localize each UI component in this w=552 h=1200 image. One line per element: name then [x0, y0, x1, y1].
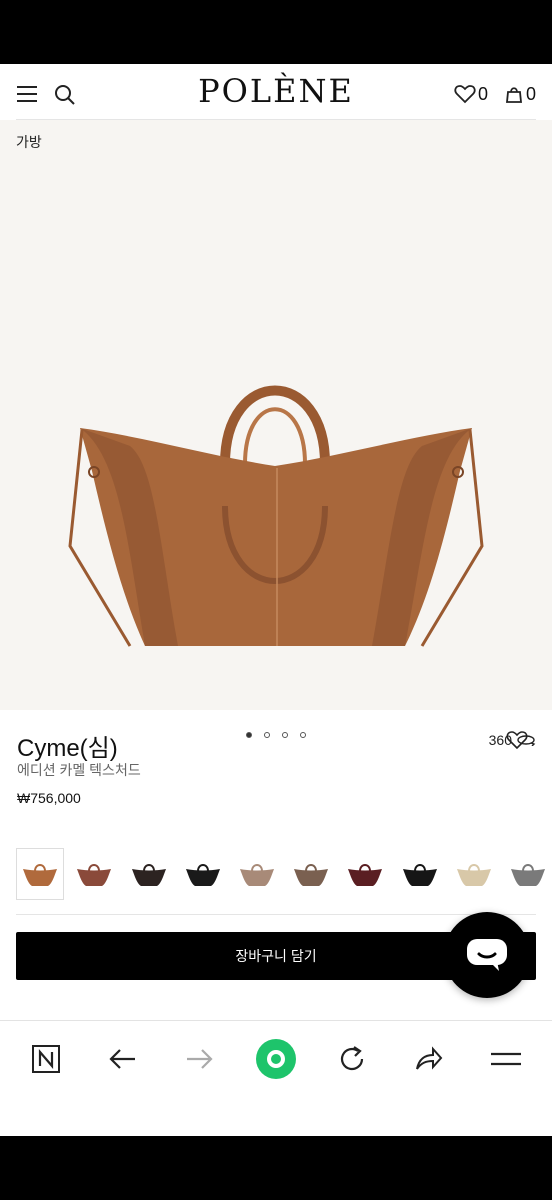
- color-swatch-7[interactable]: [341, 848, 389, 900]
- color-swatches: [16, 848, 552, 900]
- bag-icon: [505, 87, 522, 103]
- bag-thumbnail-icon: [348, 864, 383, 886]
- bag-thumbnail-icon: [185, 864, 220, 886]
- back-arrow-icon[interactable]: [104, 1041, 140, 1077]
- status-bar: [0, 0, 552, 64]
- color-swatch-4[interactable]: [179, 848, 227, 900]
- swatch-divider: [16, 914, 536, 915]
- color-swatch-10[interactable]: [504, 848, 552, 900]
- bag-thumbnail-icon: [239, 864, 274, 886]
- menu-icon[interactable]: [488, 1041, 524, 1077]
- product-page: POLÈNE 0 0 가방 360 Cyme(심) 에디션 카멜 텍스처드 ₩7…: [0, 64, 552, 1136]
- color-swatch-5[interactable]: [233, 848, 281, 900]
- refresh-icon[interactable]: [334, 1041, 370, 1077]
- product-image: [68, 385, 484, 647]
- forward-arrow-icon[interactable]: [182, 1041, 218, 1077]
- product-gallery[interactable]: 가방 360: [0, 120, 552, 748]
- bag-thumbnail-icon: [77, 864, 112, 886]
- browser-toolbar: [0, 1020, 552, 1136]
- system-nav-bar: [0, 1136, 552, 1200]
- breadcrumb[interactable]: 가방: [16, 132, 42, 152]
- cart-button[interactable]: 0: [504, 82, 536, 106]
- color-swatch-6[interactable]: [287, 848, 335, 900]
- color-swatch-3[interactable]: [124, 848, 172, 900]
- naver-n-icon[interactable]: [28, 1041, 64, 1077]
- cart-count: 0: [525, 83, 536, 104]
- chat-bubble-icon: [467, 939, 507, 971]
- color-swatch-9[interactable]: [450, 848, 498, 900]
- add-to-wishlist-heart-icon[interactable]: [506, 730, 528, 750]
- color-swatch-8[interactable]: [395, 848, 443, 900]
- slide-dot-1[interactable]: [246, 732, 252, 738]
- wishlist-count: 0: [477, 83, 488, 104]
- slide-dot-2[interactable]: [264, 732, 270, 738]
- home-green-dot-icon[interactable]: [256, 1039, 296, 1079]
- slide-dot-3[interactable]: [282, 732, 288, 738]
- wishlist-button[interactable]: 0: [454, 82, 488, 106]
- chat-button[interactable]: [444, 912, 530, 998]
- color-swatch-1[interactable]: [16, 848, 65, 900]
- product-price: ₩756,000: [17, 790, 81, 806]
- site-header: POLÈNE 0 0: [0, 64, 552, 120]
- bag-thumbnail-icon: [402, 864, 437, 886]
- product-variant: 에디션 카멜 텍스처드: [17, 762, 141, 778]
- bag-thumbnail-icon: [23, 864, 58, 886]
- share-icon[interactable]: [410, 1041, 446, 1077]
- bag-thumbnail-icon: [131, 864, 166, 886]
- heart-icon: [454, 85, 476, 104]
- product-title: Cyme(심): [17, 735, 118, 762]
- bag-thumbnail-icon: [510, 864, 545, 886]
- color-swatch-2[interactable]: [70, 848, 118, 900]
- slide-dot-4[interactable]: [300, 732, 306, 738]
- bag-thumbnail-icon: [294, 864, 329, 886]
- bag-thumbnail-icon: [456, 864, 491, 886]
